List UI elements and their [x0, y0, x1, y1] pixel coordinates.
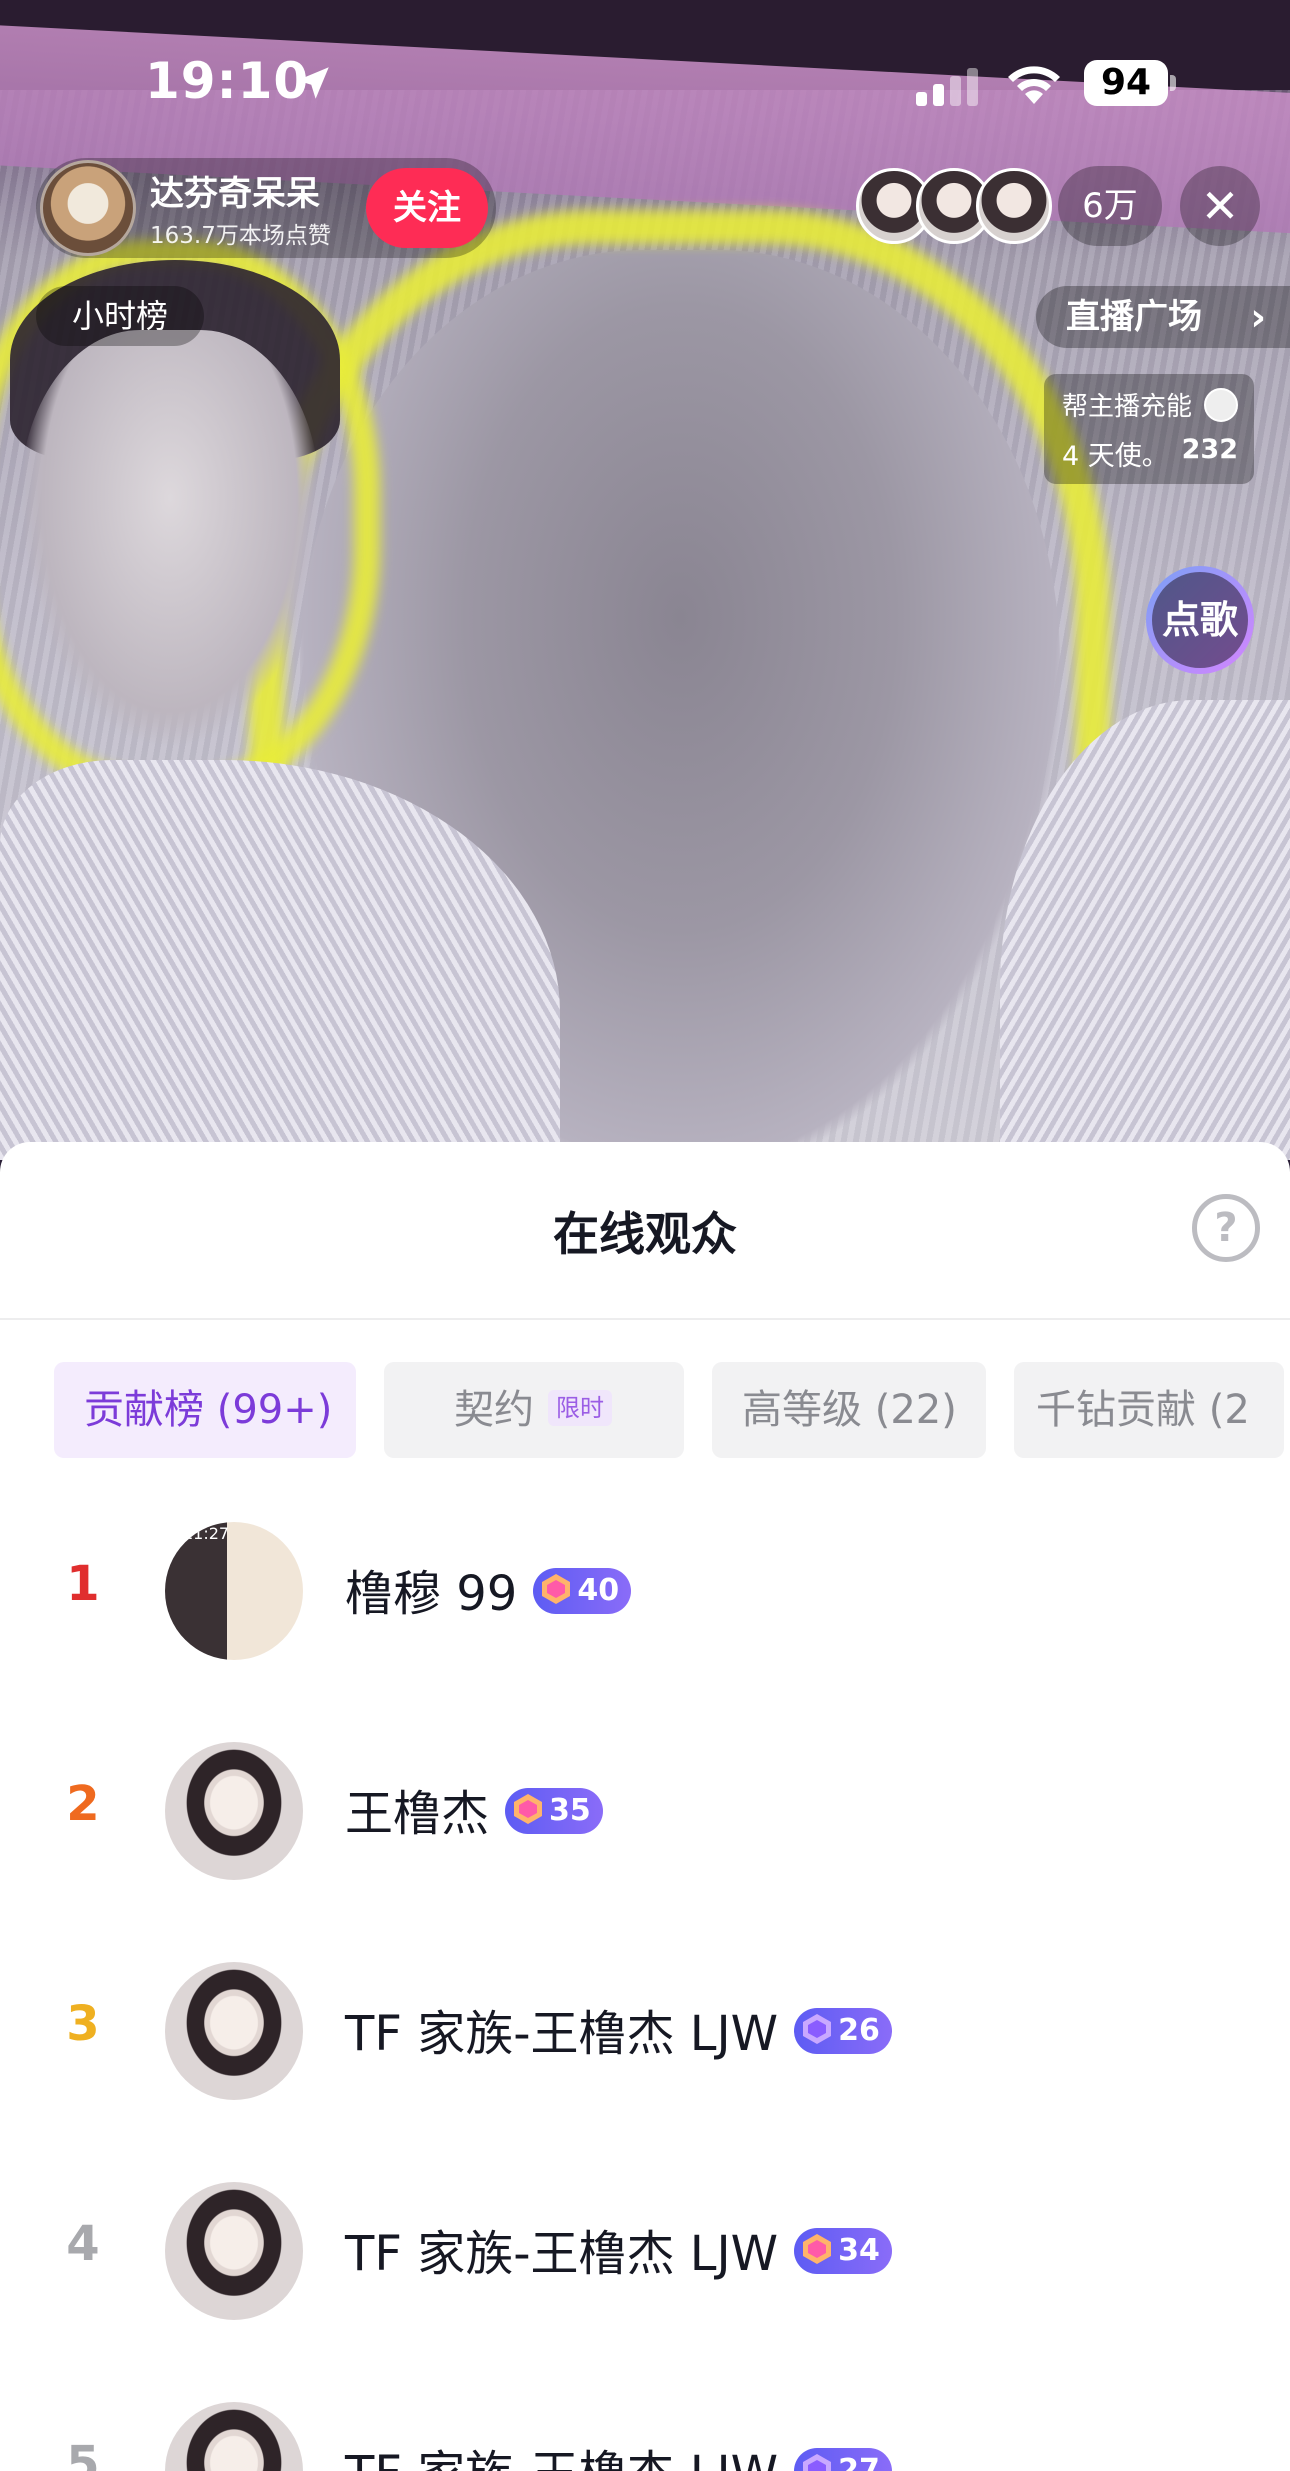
rank-number: 4	[66, 2216, 100, 2272]
charge-subtitle: 4 天使。	[1062, 441, 1169, 472]
viewer-name-text: 王橹杰	[345, 1786, 490, 1842]
gem-icon	[803, 2013, 832, 2044]
cellular-signal-icon	[916, 68, 978, 106]
song-request-label: 点歌	[1152, 572, 1248, 668]
top-viewer-avatar[interactable]	[976, 168, 1052, 244]
tab-contribution[interactable]: 贡献榜 (99+)	[54, 1362, 356, 1458]
level-badge: 34	[794, 2228, 892, 2274]
level-value: 35	[549, 1793, 591, 1828]
avatar-timestamp: 11:27	[183, 1524, 230, 1543]
help-icon[interactable]: ?	[1192, 1194, 1260, 1262]
viewer-name-text: TF 家族-王橹杰 LJW	[345, 2446, 778, 2471]
viewer-name: TF 家族-王橹杰 LJW 26	[345, 1994, 892, 2064]
song-request-button[interactable]: 点歌	[1146, 566, 1254, 674]
viewer-name-text: TF 家族-王橹杰 LJW	[345, 2006, 779, 2062]
avatar[interactable]	[165, 2182, 303, 2320]
host-name[interactable]: 达芬奇呆呆	[150, 166, 320, 215]
list-item[interactable]: 2 王橹杰 35	[0, 1702, 1290, 1922]
avatar[interactable]	[165, 2402, 303, 2471]
live-plaza-button[interactable]: 直播广场 ›	[1036, 286, 1290, 348]
tab-diamond-contribution[interactable]: 千钻贡献 (2	[1014, 1362, 1284, 1458]
close-icon[interactable]: ✕	[1180, 166, 1260, 246]
chevron-right-icon: ›	[1250, 295, 1266, 339]
level-badge: 35	[505, 1788, 603, 1834]
tab-label: 千钻贡献 (2	[1036, 1387, 1250, 1433]
tab-label: 契约	[454, 1387, 534, 1433]
wifi-icon	[1008, 66, 1060, 104]
gem-icon	[542, 1573, 571, 1604]
charge-host-avatar	[1204, 388, 1238, 422]
status-bar: 19:10 94	[0, 0, 1290, 165]
level-badge: 40	[533, 1568, 632, 1614]
charge-title: 帮主播充能	[1062, 392, 1193, 422]
performer-face	[20, 330, 320, 750]
tab-label: 贡献榜 (99+)	[84, 1387, 333, 1433]
rank-number: 2	[66, 1776, 100, 1832]
gem-icon	[514, 1793, 543, 1824]
tab-label: 高等级 (22)	[742, 1387, 957, 1433]
hourly-rank-button[interactable]: 小时榜	[36, 286, 204, 346]
viewer-name-text: 橹穆 99	[345, 1566, 518, 1622]
host-avatar[interactable]	[40, 160, 136, 256]
tab-high-level[interactable]: 高等级 (22)	[712, 1362, 986, 1458]
viewer-name: 橹穆 99 40	[345, 1554, 632, 1624]
level-value: 27	[838, 2453, 880, 2471]
level-value: 26	[838, 2013, 880, 2048]
online-audience-sheet: 在线观众 ? 贡献榜 (99+) 契约 限时 高等级 (22) 千钻贡献 (2 1…	[0, 1142, 1290, 2471]
avatar[interactable]: 11:27	[165, 1522, 303, 1660]
charge-host-card[interactable]: 帮主播充能 4 天使。 232	[1044, 374, 1254, 484]
limited-time-tag: 限时	[548, 1390, 612, 1426]
divider	[0, 1318, 1290, 1320]
avatar[interactable]	[165, 1962, 303, 2100]
list-item[interactable]: 5 TF 家族-王橹杰 LJW 27	[0, 2362, 1290, 2471]
location-arrow-icon	[297, 67, 329, 99]
level-value: 34	[838, 2233, 880, 2268]
live-plaza-label: 直播广场	[1066, 297, 1202, 337]
gem-icon	[803, 2233, 832, 2264]
battery-level: 94	[1084, 60, 1168, 106]
level-badge: 27	[794, 2448, 892, 2471]
sheet-title: 在线观众	[553, 1207, 737, 1261]
avatar[interactable]	[165, 1742, 303, 1880]
rank-number: 1	[66, 1556, 100, 1612]
list-item[interactable]: 3 TF 家族-王橹杰 LJW 26	[0, 1922, 1290, 2142]
battery-nub	[1170, 75, 1176, 91]
host-likes-count: 163.7万本场点赞	[150, 223, 331, 249]
follow-button[interactable]: 关注	[366, 168, 488, 248]
viewer-name: TF 家族-王橹杰 LJW 34	[345, 2214, 892, 2284]
rank-number: 3	[66, 1996, 100, 2052]
rank-number: 5	[66, 2436, 100, 2471]
tab-contract[interactable]: 契约 限时	[384, 1362, 684, 1458]
audience-tabs: 贡献榜 (99+) 契约 限时 高等级 (22) 千钻贡献 (2	[54, 1362, 1290, 1458]
gem-icon	[803, 2453, 832, 2471]
list-item[interactable]: 4 TF 家族-王橹杰 LJW 34	[0, 2142, 1290, 2362]
list-item[interactable]: 1 11:27 橹穆 99 40	[0, 1482, 1290, 1702]
viewer-name: TF 家族-王橹杰 LJW 27	[345, 2434, 892, 2471]
viewer-count-button[interactable]: 6万	[1058, 166, 1162, 246]
charge-number: 232	[1181, 434, 1238, 465]
status-time: 19:10	[145, 52, 310, 110]
level-badge: 26	[794, 2008, 892, 2054]
viewer-name: 王橹杰 35	[345, 1774, 603, 1844]
level-value: 40	[577, 1573, 620, 1608]
viewer-name-text: TF 家族-王橹杰 LJW	[345, 2226, 779, 2282]
